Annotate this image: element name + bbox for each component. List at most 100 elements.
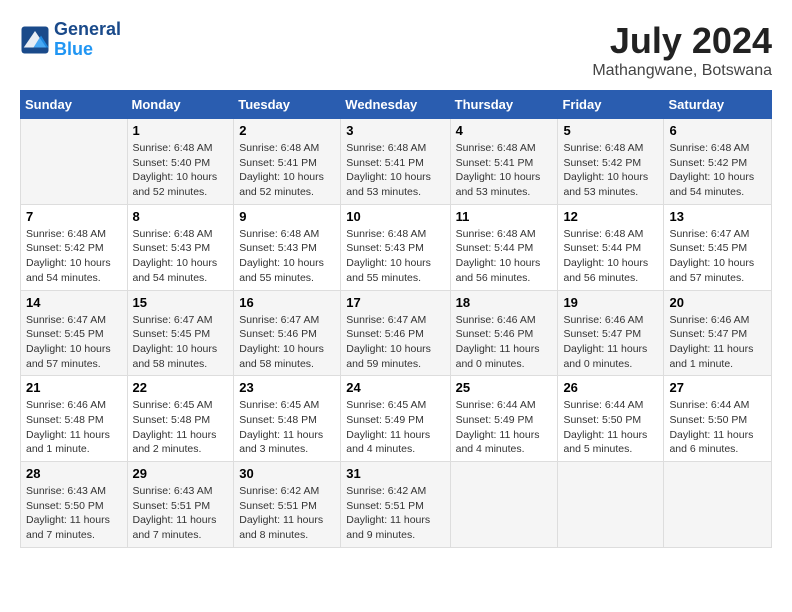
calendar-cell: 14 Sunrise: 6:47 AM Sunset: 5:45 PM Dayli… — [21, 290, 128, 376]
calendar-cell — [21, 119, 128, 205]
day-number: 12 — [563, 209, 658, 224]
calendar-cell: 7 Sunrise: 6:48 AM Sunset: 5:42 PM Daylig… — [21, 204, 128, 290]
day-info: Sunrise: 6:48 AM Sunset: 5:41 PM Dayligh… — [346, 141, 444, 200]
calendar-cell: 8 Sunrise: 6:48 AM Sunset: 5:43 PM Daylig… — [127, 204, 234, 290]
day-info: Sunrise: 6:48 AM Sunset: 5:43 PM Dayligh… — [239, 227, 335, 286]
calendar-cell: 31 Sunrise: 6:42 AM Sunset: 5:51 PM Dayli… — [341, 462, 450, 548]
calendar-cell: 22 Sunrise: 6:45 AM Sunset: 5:48 PM Dayli… — [127, 376, 234, 462]
day-info: Sunrise: 6:45 AM Sunset: 5:48 PM Dayligh… — [239, 398, 335, 457]
day-number: 21 — [26, 380, 122, 395]
day-number: 3 — [346, 123, 444, 138]
calendar-cell: 10 Sunrise: 6:48 AM Sunset: 5:43 PM Dayli… — [341, 204, 450, 290]
calendar-cell: 23Sunrise: 6:45 AM Sunset: 5:48 PM Dayli… — [234, 376, 341, 462]
calendar-cell: 27 Sunrise: 6:44 AM Sunset: 5:50 PM Dayli… — [664, 376, 772, 462]
day-number: 13 — [669, 209, 766, 224]
day-info: Sunrise: 6:46 AM Sunset: 5:48 PM Dayligh… — [26, 398, 122, 457]
day-number: 4 — [456, 123, 553, 138]
day-number: 26 — [563, 380, 658, 395]
weekday-header: Sunday — [21, 91, 128, 119]
location: Mathangwane, Botswana — [592, 62, 772, 80]
calendar-cell: 1 Sunrise: 6:48 AM Sunset: 5:40 PM Daylig… — [127, 119, 234, 205]
day-info: Sunrise: 6:48 AM Sunset: 5:43 PM Dayligh… — [346, 227, 444, 286]
day-number: 7 — [26, 209, 122, 224]
title-block: July 2024 Mathangwane, Botswana — [592, 20, 772, 80]
day-number: 19 — [563, 295, 658, 310]
day-number: 6 — [669, 123, 766, 138]
calendar-cell: 28 Sunrise: 6:43 AM Sunset: 5:50 PM Dayli… — [21, 462, 128, 548]
calendar-cell: 24Sunrise: 6:45 AM Sunset: 5:49 PM Dayli… — [341, 376, 450, 462]
calendar-week-row: 14 Sunrise: 6:47 AM Sunset: 5:45 PM Dayli… — [21, 290, 772, 376]
calendar-cell: 19 Sunrise: 6:46 AM Sunset: 5:47 PM Dayli… — [558, 290, 664, 376]
day-info: Sunrise: 6:46 AM Sunset: 5:46 PM Dayligh… — [456, 313, 553, 372]
day-number: 27 — [669, 380, 766, 395]
weekday-header: Tuesday — [234, 91, 341, 119]
day-number: 11 — [456, 209, 553, 224]
logo: General Blue — [20, 20, 121, 60]
day-number: 5 — [563, 123, 658, 138]
calendar-cell: 6 Sunrise: 6:48 AM Sunset: 5:42 PM Daylig… — [664, 119, 772, 205]
calendar-cell: 26 Sunrise: 6:44 AM Sunset: 5:50 PM Dayli… — [558, 376, 664, 462]
day-info: Sunrise: 6:48 AM Sunset: 5:42 PM Dayligh… — [26, 227, 122, 286]
calendar-cell: 13 Sunrise: 6:47 AM Sunset: 5:45 PM Dayli… — [664, 204, 772, 290]
day-info: Sunrise: 6:47 AM Sunset: 5:46 PM Dayligh… — [346, 313, 444, 372]
day-number: 9 — [239, 209, 335, 224]
day-number: 31 — [346, 466, 444, 481]
day-info: Sunrise: 6:43 AM Sunset: 5:51 PM Dayligh… — [133, 484, 229, 543]
calendar-cell — [450, 462, 558, 548]
day-number: 10 — [346, 209, 444, 224]
day-number: 29 — [133, 466, 229, 481]
day-number: 1 — [133, 123, 229, 138]
day-info: Sunrise: 6:48 AM Sunset: 5:43 PM Dayligh… — [133, 227, 229, 286]
calendar-cell: 4Sunrise: 6:48 AM Sunset: 5:41 PM Daylig… — [450, 119, 558, 205]
day-info: Sunrise: 6:42 AM Sunset: 5:51 PM Dayligh… — [239, 484, 335, 543]
calendar-cell: 25 Sunrise: 6:44 AM Sunset: 5:49 PM Dayli… — [450, 376, 558, 462]
day-number: 14 — [26, 295, 122, 310]
day-number: 25 — [456, 380, 553, 395]
day-number: 8 — [133, 209, 229, 224]
day-info: Sunrise: 6:44 AM Sunset: 5:49 PM Dayligh… — [456, 398, 553, 457]
weekday-header: Thursday — [450, 91, 558, 119]
day-info: Sunrise: 6:48 AM Sunset: 5:42 PM Dayligh… — [563, 141, 658, 200]
day-info: Sunrise: 6:45 AM Sunset: 5:48 PM Dayligh… — [133, 398, 229, 457]
weekday-header: Wednesday — [341, 91, 450, 119]
calendar-cell — [558, 462, 664, 548]
calendar-cell: 15 Sunrise: 6:47 AM Sunset: 5:45 PM Dayli… — [127, 290, 234, 376]
calendar-week-row: 21 Sunrise: 6:46 AM Sunset: 5:48 PM Dayli… — [21, 376, 772, 462]
logo-line1: General — [54, 19, 121, 39]
day-number: 22 — [133, 380, 229, 395]
calendar-cell: 2 Sunrise: 6:48 AM Sunset: 5:41 PM Daylig… — [234, 119, 341, 205]
day-info: Sunrise: 6:42 AM Sunset: 5:51 PM Dayligh… — [346, 484, 444, 543]
day-number: 28 — [26, 466, 122, 481]
day-number: 30 — [239, 466, 335, 481]
day-info: Sunrise: 6:44 AM Sunset: 5:50 PM Dayligh… — [669, 398, 766, 457]
day-info: Sunrise: 6:47 AM Sunset: 5:45 PM Dayligh… — [133, 313, 229, 372]
logo-line2: Blue — [54, 39, 93, 59]
day-info: Sunrise: 6:48 AM Sunset: 5:41 PM Dayligh… — [239, 141, 335, 200]
day-number: 18 — [456, 295, 553, 310]
calendar-cell: 20Sunrise: 6:46 AM Sunset: 5:47 PM Dayli… — [664, 290, 772, 376]
day-info: Sunrise: 6:46 AM Sunset: 5:47 PM Dayligh… — [563, 313, 658, 372]
calendar-cell: 11 Sunrise: 6:48 AM Sunset: 5:44 PM Dayli… — [450, 204, 558, 290]
day-number: 2 — [239, 123, 335, 138]
day-info: Sunrise: 6:48 AM Sunset: 5:42 PM Dayligh… — [669, 141, 766, 200]
day-number: 17 — [346, 295, 444, 310]
day-info: Sunrise: 6:47 AM Sunset: 5:45 PM Dayligh… — [669, 227, 766, 286]
weekday-header: Monday — [127, 91, 234, 119]
day-info: Sunrise: 6:47 AM Sunset: 5:45 PM Dayligh… — [26, 313, 122, 372]
calendar-cell: 29 Sunrise: 6:43 AM Sunset: 5:51 PM Dayli… — [127, 462, 234, 548]
day-info: Sunrise: 6:43 AM Sunset: 5:50 PM Dayligh… — [26, 484, 122, 543]
day-info: Sunrise: 6:44 AM Sunset: 5:50 PM Dayligh… — [563, 398, 658, 457]
calendar-week-row: 7 Sunrise: 6:48 AM Sunset: 5:42 PM Daylig… — [21, 204, 772, 290]
calendar-cell: 3 Sunrise: 6:48 AM Sunset: 5:41 PM Daylig… — [341, 119, 450, 205]
header-row: SundayMondayTuesdayWednesdayThursdayFrid… — [21, 91, 772, 119]
day-number: 16 — [239, 295, 335, 310]
day-info: Sunrise: 6:46 AM Sunset: 5:47 PM Dayligh… — [669, 313, 766, 372]
day-info: Sunrise: 6:48 AM Sunset: 5:44 PM Dayligh… — [456, 227, 553, 286]
calendar-cell: 5 Sunrise: 6:48 AM Sunset: 5:42 PM Daylig… — [558, 119, 664, 205]
day-info: Sunrise: 6:48 AM Sunset: 5:40 PM Dayligh… — [133, 141, 229, 200]
calendar-cell: 18 Sunrise: 6:46 AM Sunset: 5:46 PM Dayli… — [450, 290, 558, 376]
day-number: 15 — [133, 295, 229, 310]
calendar-cell — [664, 462, 772, 548]
page-header: General Blue July 2024 Mathangwane, Bots… — [20, 20, 772, 80]
day-number: 24 — [346, 380, 444, 395]
